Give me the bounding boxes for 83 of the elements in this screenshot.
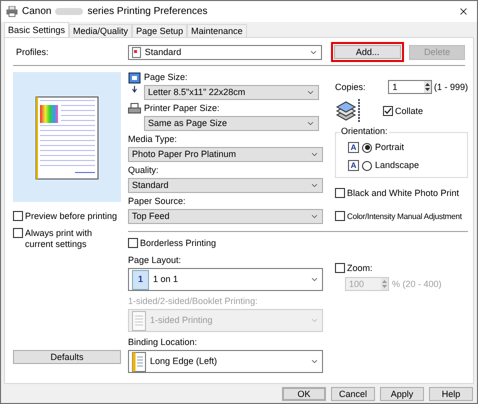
dropdown-value: Standard bbox=[132, 180, 170, 191]
dropdown[interactable]: Photo Paper Pro Platinum bbox=[128, 147, 323, 162]
checkbox[interactable] bbox=[13, 228, 23, 238]
checkbox-label: Zoom: bbox=[347, 263, 373, 274]
checkbox-label: Always print with current settings bbox=[25, 228, 94, 250]
chevron-down-icon bbox=[306, 119, 315, 128]
checkbox-label: Black and White Photo Print bbox=[347, 188, 460, 199]
field-label: Quality: bbox=[128, 165, 160, 176]
dropdown[interactable]: Standard bbox=[128, 44, 322, 60]
defaults-button[interactable]: Defaults bbox=[13, 350, 121, 364]
dropdown[interactable]: Top Feed bbox=[128, 209, 323, 224]
checkbox[interactable] bbox=[335, 211, 345, 221]
dialog-button[interactable]: Help bbox=[429, 387, 473, 401]
redacted-block bbox=[55, 8, 84, 15]
checkbox[interactable] bbox=[335, 188, 345, 198]
chevron-down-icon bbox=[310, 316, 319, 325]
dropdown-value: Letter 8.5"x11" 22x28cm bbox=[148, 87, 246, 98]
dropdown[interactable]: Standard bbox=[128, 178, 323, 193]
dropdown-value: Top Feed bbox=[132, 211, 171, 222]
add-button[interactable]: Add... bbox=[334, 45, 402, 59]
window-title: Canon bbox=[22, 6, 52, 17]
tab[interactable]: Basic Settings bbox=[4, 22, 70, 37]
radio-button[interactable] bbox=[362, 160, 372, 170]
dropdown[interactable]: Long Edge (Left) bbox=[128, 350, 323, 373]
document-icon bbox=[132, 46, 141, 58]
spinner-arrows-icon[interactable] bbox=[424, 81, 431, 93]
bound-document-icon bbox=[132, 352, 146, 372]
printer-icon bbox=[6, 6, 18, 17]
dropdown-value: 1-sided Printing bbox=[150, 315, 214, 326]
chevron-down-icon bbox=[306, 88, 315, 97]
window-title: series Printing Preferences bbox=[87, 6, 209, 17]
dialog-button[interactable]: OK bbox=[282, 387, 326, 401]
dropdown-value: Standard bbox=[144, 46, 182, 58]
field-label: Media Type: bbox=[128, 134, 178, 145]
copies-range: (1 - 999) bbox=[434, 82, 468, 92]
tab[interactable]: Maintenance bbox=[187, 24, 247, 37]
checkbox-label: Collate bbox=[395, 106, 424, 116]
checkbox[interactable] bbox=[13, 211, 23, 221]
page-size-icon bbox=[128, 72, 141, 94]
radio-label: Landscape bbox=[375, 160, 420, 171]
stacked-pages-icon bbox=[335, 98, 361, 124]
checkbox-label: Preview before printing bbox=[25, 211, 118, 222]
chevron-down-icon bbox=[310, 357, 319, 366]
close-icon[interactable] bbox=[458, 6, 469, 17]
chevron-down-icon bbox=[310, 275, 319, 284]
page-orientation-icon: A bbox=[348, 142, 359, 153]
tab[interactable]: Page Setup bbox=[132, 24, 188, 37]
layout-icon: 1 bbox=[132, 270, 149, 290]
dropdown[interactable]: Letter 8.5"x11" 22x28cm bbox=[144, 85, 319, 100]
field-label: Paper Source: bbox=[128, 196, 187, 207]
checkbox-label: Color/Intensity Manual Adjustment bbox=[347, 211, 462, 222]
group-label: Orientation: bbox=[340, 126, 389, 137]
spinner-value: 100 bbox=[349, 278, 366, 290]
dropdown-value: Long Edge (Left) bbox=[150, 356, 218, 367]
field-label: Printer Paper Size: bbox=[144, 103, 221, 114]
dialog-button[interactable]: Apply bbox=[380, 387, 424, 401]
field-label: Page Layout: bbox=[128, 255, 182, 266]
checkbox-label: Borderless Printing bbox=[140, 238, 216, 249]
dropdown-value: 1 on 1 bbox=[153, 274, 180, 285]
tab[interactable]: Media/Quality bbox=[69, 24, 132, 37]
chevron-down-icon bbox=[310, 181, 319, 190]
page-orientation-icon: A bbox=[348, 160, 359, 171]
field-label: Copies: bbox=[335, 82, 367, 92]
checkbox[interactable] bbox=[128, 238, 138, 248]
dialog-button[interactable]: Cancel bbox=[331, 387, 375, 401]
radio-label: Portrait bbox=[375, 142, 404, 153]
zoom-range: % (20 - 400) bbox=[392, 278, 442, 290]
field-label: 1-sided/2-sided/Booklet Printing: bbox=[128, 296, 259, 307]
chevron-down-icon bbox=[310, 150, 319, 159]
printer-icon bbox=[128, 103, 141, 115]
field-label: Profiles: bbox=[15, 46, 50, 58]
dropdown-value: Photo Paper Pro Platinum bbox=[132, 149, 238, 160]
dropdown-value: Same as Page Size bbox=[148, 118, 228, 129]
radio-button[interactable] bbox=[362, 142, 372, 152]
chevron-down-icon bbox=[310, 212, 319, 221]
checkbox[interactable] bbox=[383, 106, 393, 116]
field-label: Page Size: bbox=[144, 72, 189, 83]
spinner-value: 1 bbox=[392, 82, 398, 92]
document-icon bbox=[132, 310, 146, 330]
copies-spinner[interactable]: 1 bbox=[388, 80, 432, 94]
field-label: Binding Location: bbox=[128, 337, 198, 348]
dropdown[interactable]: 1 1 on 1 bbox=[128, 268, 323, 291]
dropdown[interactable]: Same as Page Size bbox=[144, 116, 319, 131]
